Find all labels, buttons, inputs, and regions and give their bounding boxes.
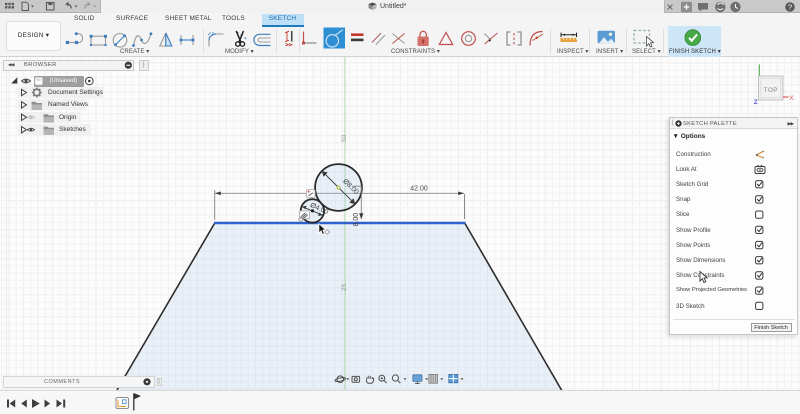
svg-text:TOP: TOP <box>764 87 778 94</box>
svg-text:25: 25 <box>341 283 348 291</box>
svg-text:Z: Z <box>754 99 758 106</box>
svg-text:X: X <box>789 95 794 102</box>
svg-text:50: 50 <box>341 134 348 142</box>
svg-text:?: ? <box>788 3 792 12</box>
svg-text:42.00: 42.00 <box>410 186 428 193</box>
svg-text:8.00: 8.00 <box>353 213 360 227</box>
